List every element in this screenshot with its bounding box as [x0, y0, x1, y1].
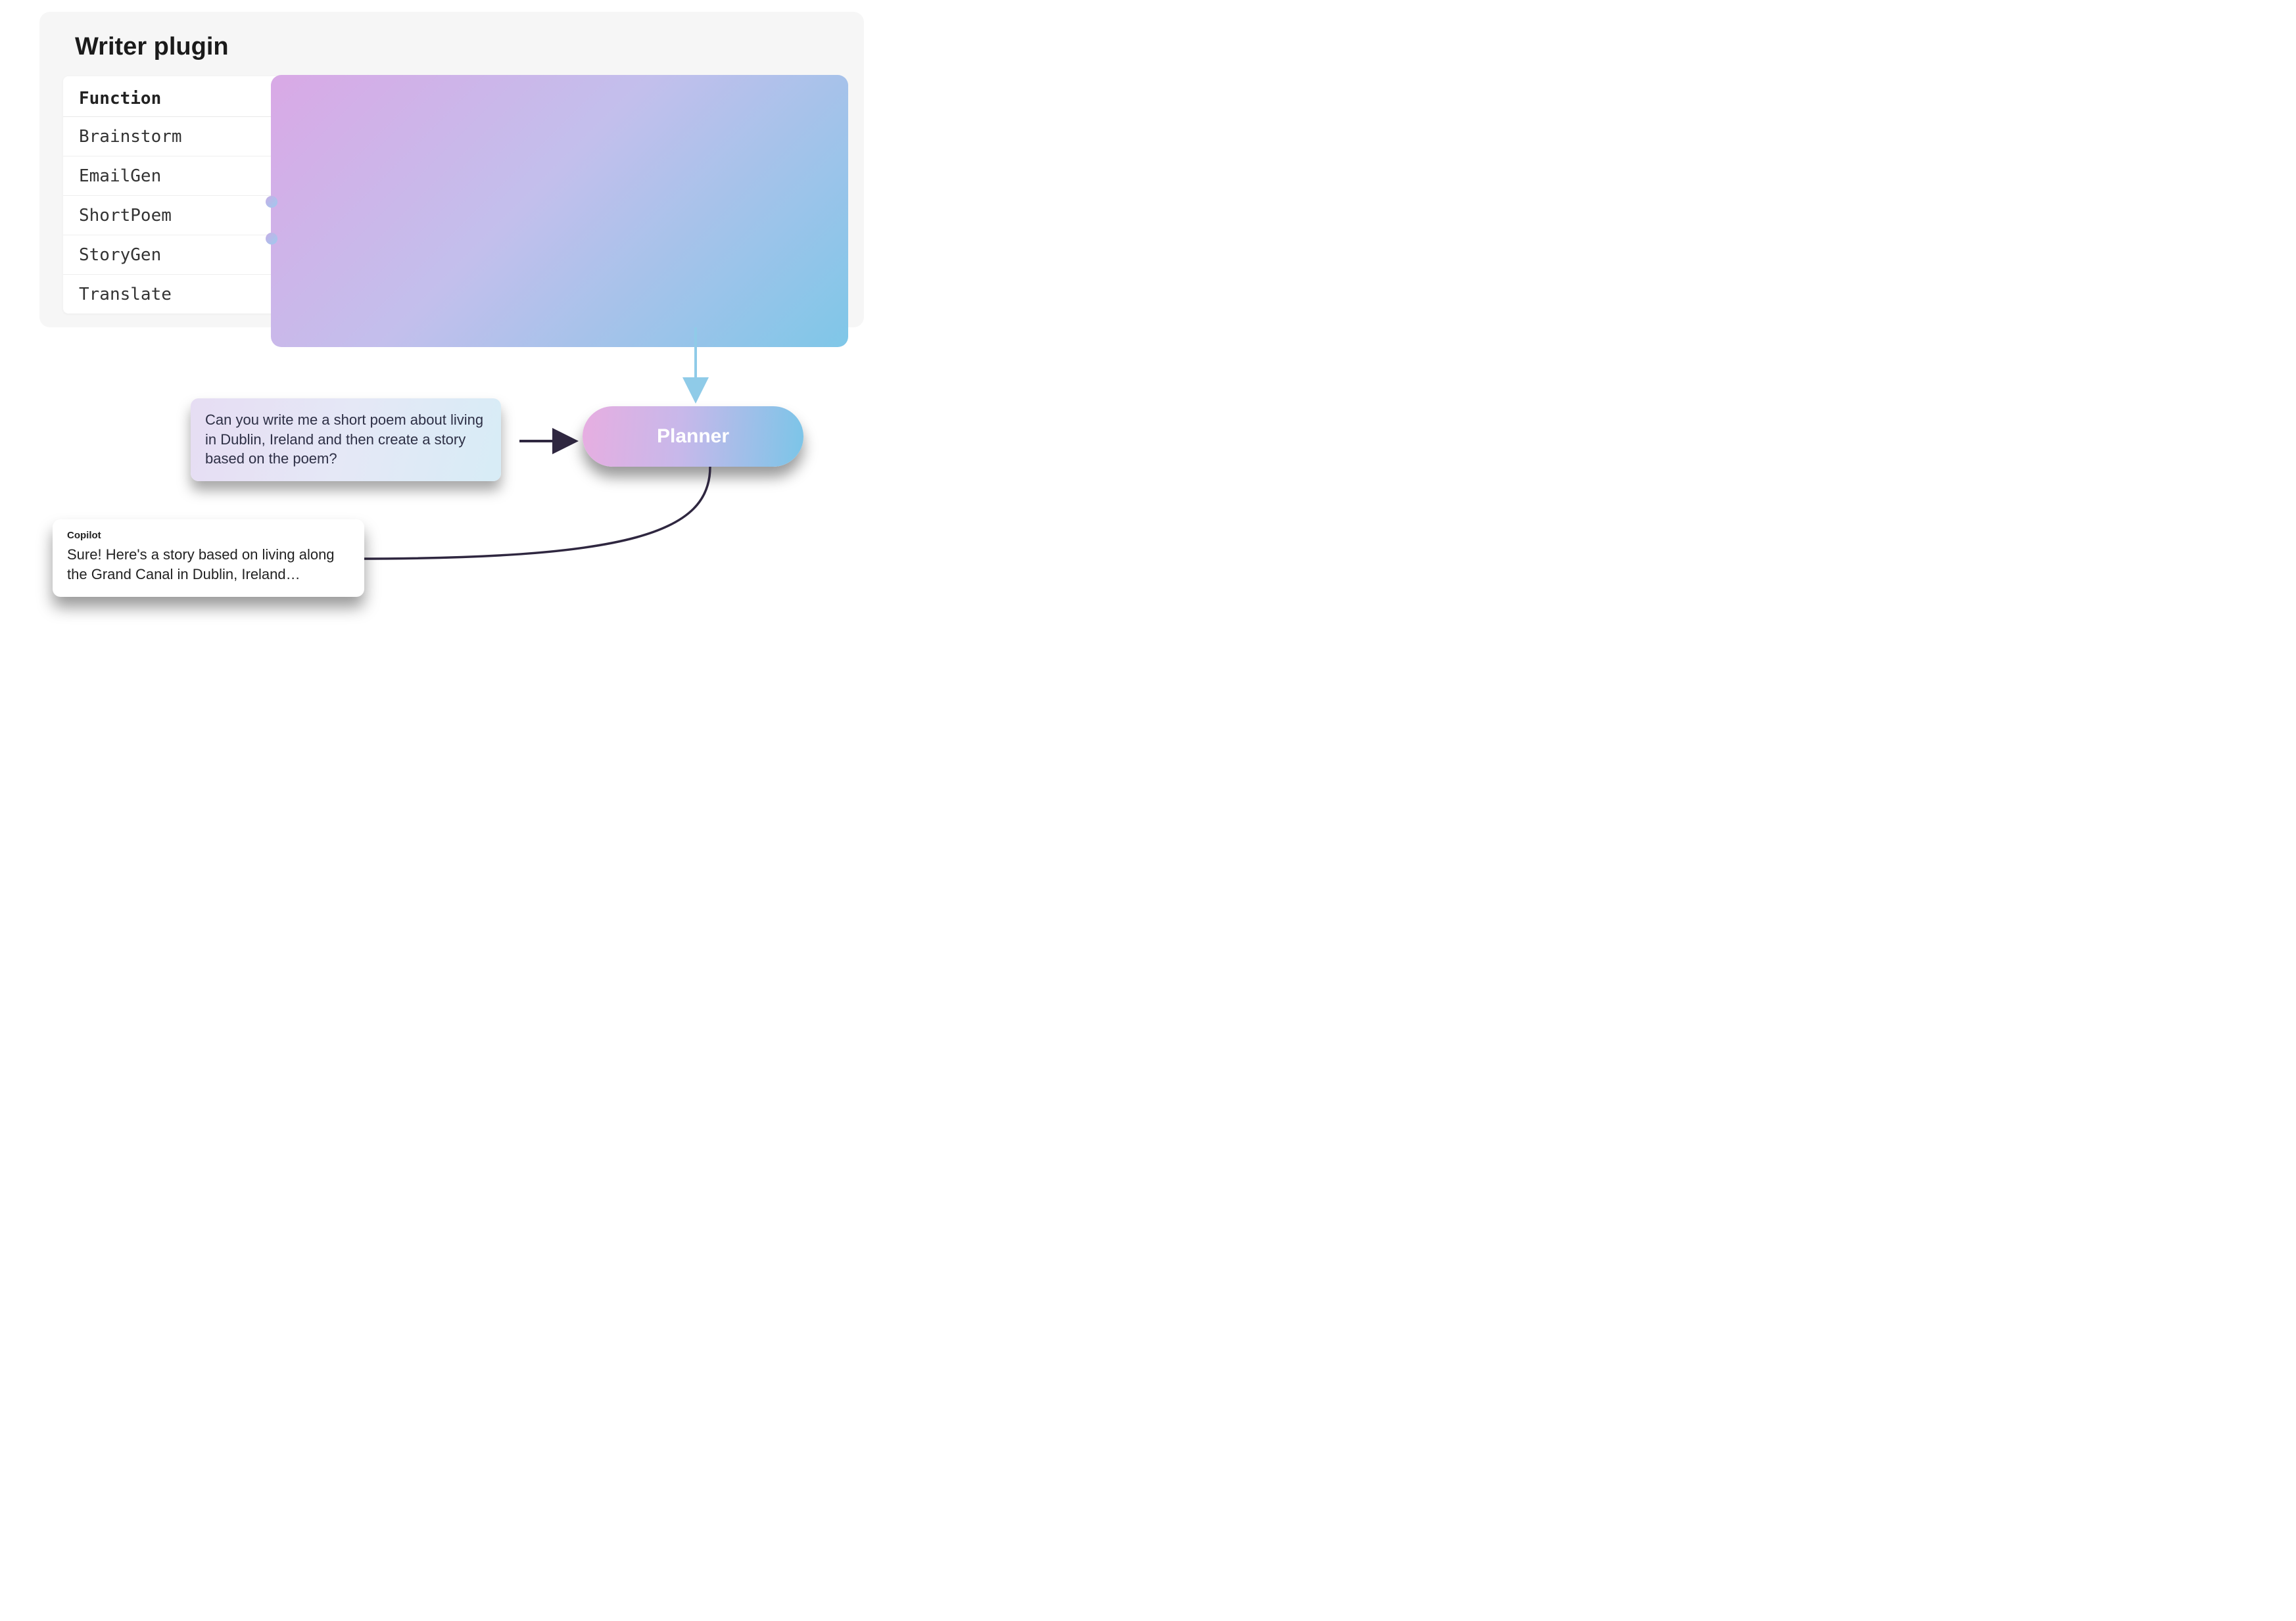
user-request-bubble: Can you write me a short poem about livi… — [191, 398, 501, 481]
fn-desc: Translate the input into a language of y… — [259, 275, 842, 314]
table-row: Brainstorm Given a goal or topic descrip… — [63, 117, 842, 156]
fn-desc: Turn a scenario into a short and enterta… — [259, 196, 842, 235]
copilot-label: Copilot — [67, 530, 350, 541]
plugin-title: Writer plugin — [75, 33, 229, 61]
th-description: Description for model — [259, 76, 842, 117]
copilot-response-card: Copilot Sure! Here's a story based on li… — [53, 519, 364, 597]
table-row: EmailGen Write an email from the given b… — [63, 156, 842, 196]
fn-name: Brainstorm — [63, 117, 259, 156]
fn-desc: Write an email from the given bullet poi… — [259, 156, 842, 196]
plugin-table: Function Description for model Brainstor… — [63, 76, 842, 314]
copilot-response-text: Sure! Here's a story based on living alo… — [67, 545, 350, 584]
user-request-text: Can you write me a short poem about livi… — [205, 410, 487, 469]
planner-node: Planner — [583, 406, 803, 467]
planner-label: Planner — [657, 425, 729, 448]
connector-dot-icon — [266, 233, 277, 245]
table-row: Translate Translate the input into a lan… — [63, 275, 842, 314]
fn-desc: Given a goal or topic description genera… — [259, 117, 842, 156]
table-row: StoryGen Generate a list of synopsis for… — [63, 235, 842, 275]
fn-name: StoryGen — [63, 235, 259, 275]
arrow-plugin-to-planner-icon — [676, 327, 715, 406]
fn-name: ShortPoem — [63, 196, 259, 235]
th-function: Function — [63, 76, 259, 117]
diagram-stage: Writer plugin Function Description for m… — [0, 0, 921, 657]
fn-desc: Generate a list of synopsis for a novel … — [259, 235, 842, 275]
table-row: ShortPoem Turn a scenario into a short a… — [63, 196, 842, 235]
arrow-request-to-planner-icon — [519, 425, 579, 458]
plugin-panel: Writer plugin Function Description for m… — [39, 12, 864, 327]
connector-dot-icon — [266, 196, 277, 208]
fn-name: Translate — [63, 275, 259, 314]
fn-name: EmailGen — [63, 156, 259, 196]
